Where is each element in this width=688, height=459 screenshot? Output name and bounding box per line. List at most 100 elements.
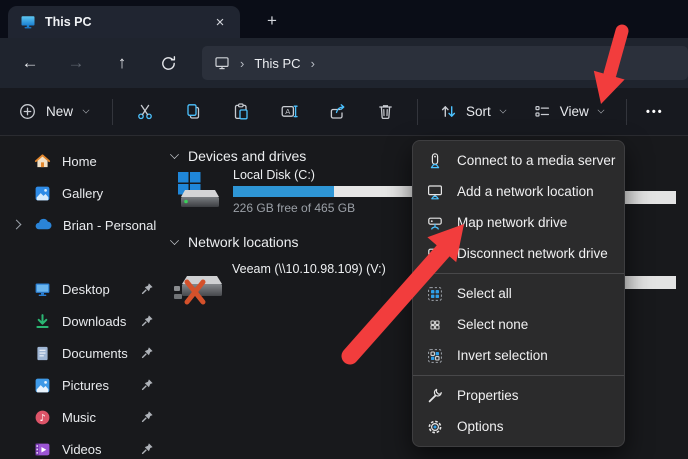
sidebar-item-music[interactable]: ♪ Music (0, 401, 166, 433)
sidebar-item-home[interactable]: Home (0, 145, 166, 177)
map-network-drive-icon (426, 214, 444, 232)
obscured-capacity-bar (622, 191, 676, 204)
file-explorer-window: This PC × + ← → ↑ › This PC › (0, 0, 688, 459)
sidebar-item-desktop[interactable]: Desktop (0, 273, 166, 305)
new-tab-button[interactable]: + (258, 8, 286, 34)
command-bar: New (0, 88, 688, 136)
menu-item-options[interactable]: Options (413, 411, 624, 442)
address-monitor-icon (214, 55, 230, 71)
sidebar-item-documents[interactable]: Documents (0, 337, 166, 369)
desktop-icon (34, 281, 51, 298)
section-title: Network locations (188, 234, 299, 250)
breadcrumb-this-pc[interactable]: This PC (254, 56, 300, 71)
view-icon (533, 102, 552, 121)
chevron-down-icon (170, 236, 179, 245)
section-devices-and-drives[interactable]: Devices and drives (170, 145, 306, 167)
navigation-bar: ← → ↑ › This PC › (0, 38, 688, 88)
cut-button[interactable] (121, 94, 169, 130)
pin-icon (140, 410, 154, 424)
pin-icon (140, 442, 154, 456)
sort-button-label: Sort (466, 104, 491, 119)
trash-icon (376, 102, 395, 121)
svg-text:♪: ♪ (39, 413, 45, 424)
network-drive-name: Veeam (\\10.10.98.109) (V:) (232, 262, 386, 276)
up-button[interactable]: ↑ (104, 46, 140, 80)
new-button[interactable]: New (18, 102, 90, 121)
tab-this-pc[interactable]: This PC × (8, 6, 240, 38)
chevron-down-icon (597, 106, 604, 113)
menu-item-label: Connect to a media server (457, 153, 615, 168)
delete-button[interactable] (361, 94, 409, 130)
sort-icon (439, 102, 458, 121)
pin-icon (140, 282, 154, 296)
share-icon (328, 102, 347, 121)
new-button-label: New (46, 104, 73, 119)
view-button[interactable]: View (520, 94, 618, 130)
menu-item-select-all[interactable]: Select all (413, 278, 624, 309)
sidebar-item-onedrive[interactable]: Brian - Personal (0, 209, 166, 241)
copy-button[interactable] (169, 94, 217, 130)
close-tab-icon[interactable]: × (208, 11, 232, 33)
menu-item-label: Invert selection (457, 348, 548, 363)
menu-item-label: Select all (457, 286, 512, 301)
menu-divider (413, 375, 624, 376)
sidebar-item-gallery[interactable]: Gallery (0, 177, 166, 209)
select-none-icon (426, 316, 444, 334)
paste-button[interactable] (217, 94, 265, 130)
home-icon (34, 153, 51, 170)
menu-item-map-network-drive[interactable]: Map network drive (413, 207, 624, 238)
network-drive-item[interactable]: Veeam (\\10.10.98.109) (V:) (174, 262, 386, 308)
cut-icon (136, 102, 155, 121)
sort-button[interactable]: Sort (426, 94, 520, 130)
gallery-icon (34, 185, 51, 202)
sidebar-item-label: Gallery (62, 186, 103, 201)
menu-item-invert-selection[interactable]: Invert selection (413, 340, 624, 371)
copy-icon (184, 102, 203, 121)
see-more-button[interactable]: ••• (635, 94, 675, 130)
sidebar-item-label: Desktop (62, 282, 110, 297)
menu-item-add-network-location[interactable]: Add a network location (413, 176, 624, 207)
select-all-icon (426, 285, 444, 303)
toolbar-divider (112, 99, 113, 125)
chevron-right-icon[interactable] (12, 220, 22, 230)
sidebar-item-label: Pictures (62, 378, 109, 393)
section-network-locations[interactable]: Network locations (170, 231, 299, 253)
sidebar-item-label: Videos (62, 442, 102, 457)
back-button[interactable]: ← (12, 46, 48, 80)
address-bar[interactable]: › This PC › (202, 46, 688, 80)
wrench-icon (426, 387, 444, 405)
invert-selection-icon (426, 347, 444, 365)
drive-name: Local Disk (C:) (233, 168, 431, 182)
forward-button[interactable]: → (58, 46, 94, 80)
menu-item-disconnect-network-drive[interactable]: Disconnect network drive (413, 238, 624, 269)
menu-item-select-none[interactable]: Select none (413, 309, 624, 340)
refresh-button[interactable] (150, 46, 186, 80)
sidebar-item-label: Documents (62, 346, 128, 361)
breadcrumb-chevron-icon[interactable]: › (311, 56, 315, 71)
share-button[interactable] (313, 94, 361, 130)
sidebar-item-videos[interactable]: Videos (0, 433, 166, 459)
add-network-location-icon (426, 183, 444, 201)
chevron-down-icon (83, 106, 90, 113)
rename-button[interactable]: A (265, 94, 313, 130)
menu-item-label: Properties (457, 388, 519, 403)
disconnect-network-drive-icon (426, 245, 444, 263)
sidebar-group-gap (0, 241, 166, 273)
menu-item-properties[interactable]: Properties (413, 380, 624, 411)
sidebar-item-downloads[interactable]: Downloads (0, 305, 166, 337)
svg-text:A: A (285, 107, 290, 116)
paste-icon (232, 102, 251, 121)
sidebar-item-pictures[interactable]: Pictures (0, 369, 166, 401)
title-bar: This PC × + (0, 0, 688, 38)
disconnected-network-drive-icon (174, 266, 224, 308)
menu-item-connect-media-server[interactable]: Connect to a media server (413, 145, 624, 176)
local-disk-item[interactable]: Local Disk (C:) 226 GB free of 465 GB (174, 168, 431, 215)
menu-item-label: Select none (457, 317, 528, 332)
local-disk-icon (174, 170, 220, 210)
pin-icon (140, 346, 154, 360)
pin-icon (140, 314, 154, 328)
chevron-down-icon (170, 150, 179, 159)
menu-item-label: Options (457, 419, 504, 434)
obscured-capacity-bar (622, 276, 676, 289)
sidebar-item-label: Music (62, 410, 96, 425)
